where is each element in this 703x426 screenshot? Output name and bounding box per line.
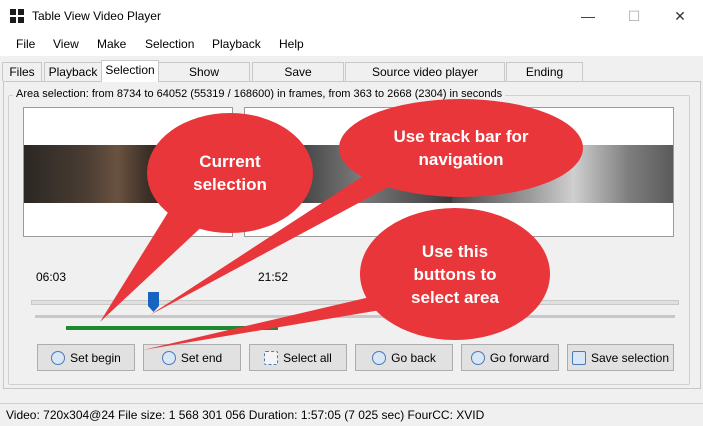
menu-selection[interactable]: Selection <box>145 37 194 51</box>
tab-ending-frames[interactable]: Ending frames <box>506 62 583 97</box>
rewind-icon <box>372 350 387 365</box>
go-forward-label: Go forward <box>489 350 550 365</box>
title-bar: Table View Video Player — ☐ ✕ <box>0 0 703 32</box>
menu-help[interactable]: Help <box>279 37 304 51</box>
minimize-button[interactable]: — <box>565 0 611 32</box>
window-title: Table View Video Player <box>32 9 161 23</box>
current-selection-callout-text: Current selection <box>193 152 267 194</box>
set-begin-icon <box>51 350 66 365</box>
select-all-button[interactable]: Select all <box>249 344 347 371</box>
set-begin-label: Set begin <box>70 350 121 365</box>
tab-selection[interactable]: Selection <box>101 60 159 82</box>
tab-source-video-player-parameters[interactable]: Source video player parameters <box>345 62 505 97</box>
menu-make[interactable]: Make <box>97 37 126 51</box>
maximize-button[interactable]: ☐ <box>611 0 657 32</box>
tab-show-parameters[interactable]: Show parameters <box>158 62 250 97</box>
navigation-trackbar[interactable] <box>31 300 679 305</box>
set-end-button[interactable]: Set end <box>143 344 241 371</box>
menu-view[interactable]: View <box>53 37 79 51</box>
app-icon <box>10 9 24 23</box>
selection-track <box>35 315 675 318</box>
begin-time-label: 06:03 <box>36 270 67 284</box>
tab-strip: Files Playback Selection Show parameters… <box>0 60 703 97</box>
area-selection-label: Area selection: from 8734 to 64052 (5531… <box>13 88 506 100</box>
save-icon <box>571 350 586 365</box>
buttons-callout-text: Use this buttons to select area <box>411 241 499 307</box>
current-selection-callout: Current selection <box>147 113 313 233</box>
tab-save-parameters[interactable]: Save parameters <box>252 62 344 97</box>
select-all-label: Select all <box>283 350 332 365</box>
save-selection-button[interactable]: Save selection <box>567 344 674 371</box>
selection-range-bar <box>66 326 278 330</box>
menu-playback[interactable]: Playback <box>212 37 261 51</box>
trackbar-thumb[interactable] <box>148 292 159 312</box>
go-back-button[interactable]: Go back <box>355 344 453 371</box>
set-begin-button[interactable]: Set begin <box>37 344 135 371</box>
close-button[interactable]: ✕ <box>657 0 703 32</box>
trackbar-callout-text: Use track bar for navigation <box>393 127 529 169</box>
menu-bar: File View Make Selection Playback Help <box>0 32 703 56</box>
fast-forward-icon <box>470 350 485 365</box>
trackbar-callout: Use track bar for navigation <box>339 99 583 197</box>
go-forward-button[interactable]: Go forward <box>461 344 559 371</box>
tab-playback[interactable]: Playback <box>44 62 102 81</box>
save-selection-label: Save selection <box>590 350 670 365</box>
status-text: Video: 720x304@24 File size: 1 568 301 0… <box>6 408 485 422</box>
select-all-icon <box>264 350 279 365</box>
menu-file[interactable]: File <box>16 37 35 51</box>
set-end-label: Set end <box>180 350 223 365</box>
buttons-callout: Use this buttons to select area <box>360 208 550 340</box>
end-time-label: 21:52 <box>258 270 289 284</box>
tab-files[interactable]: Files <box>2 62 42 81</box>
set-end-icon <box>161 350 176 365</box>
go-back-label: Go back <box>391 350 436 365</box>
status-bar: Video: 720x304@24 File size: 1 568 301 0… <box>0 403 703 426</box>
